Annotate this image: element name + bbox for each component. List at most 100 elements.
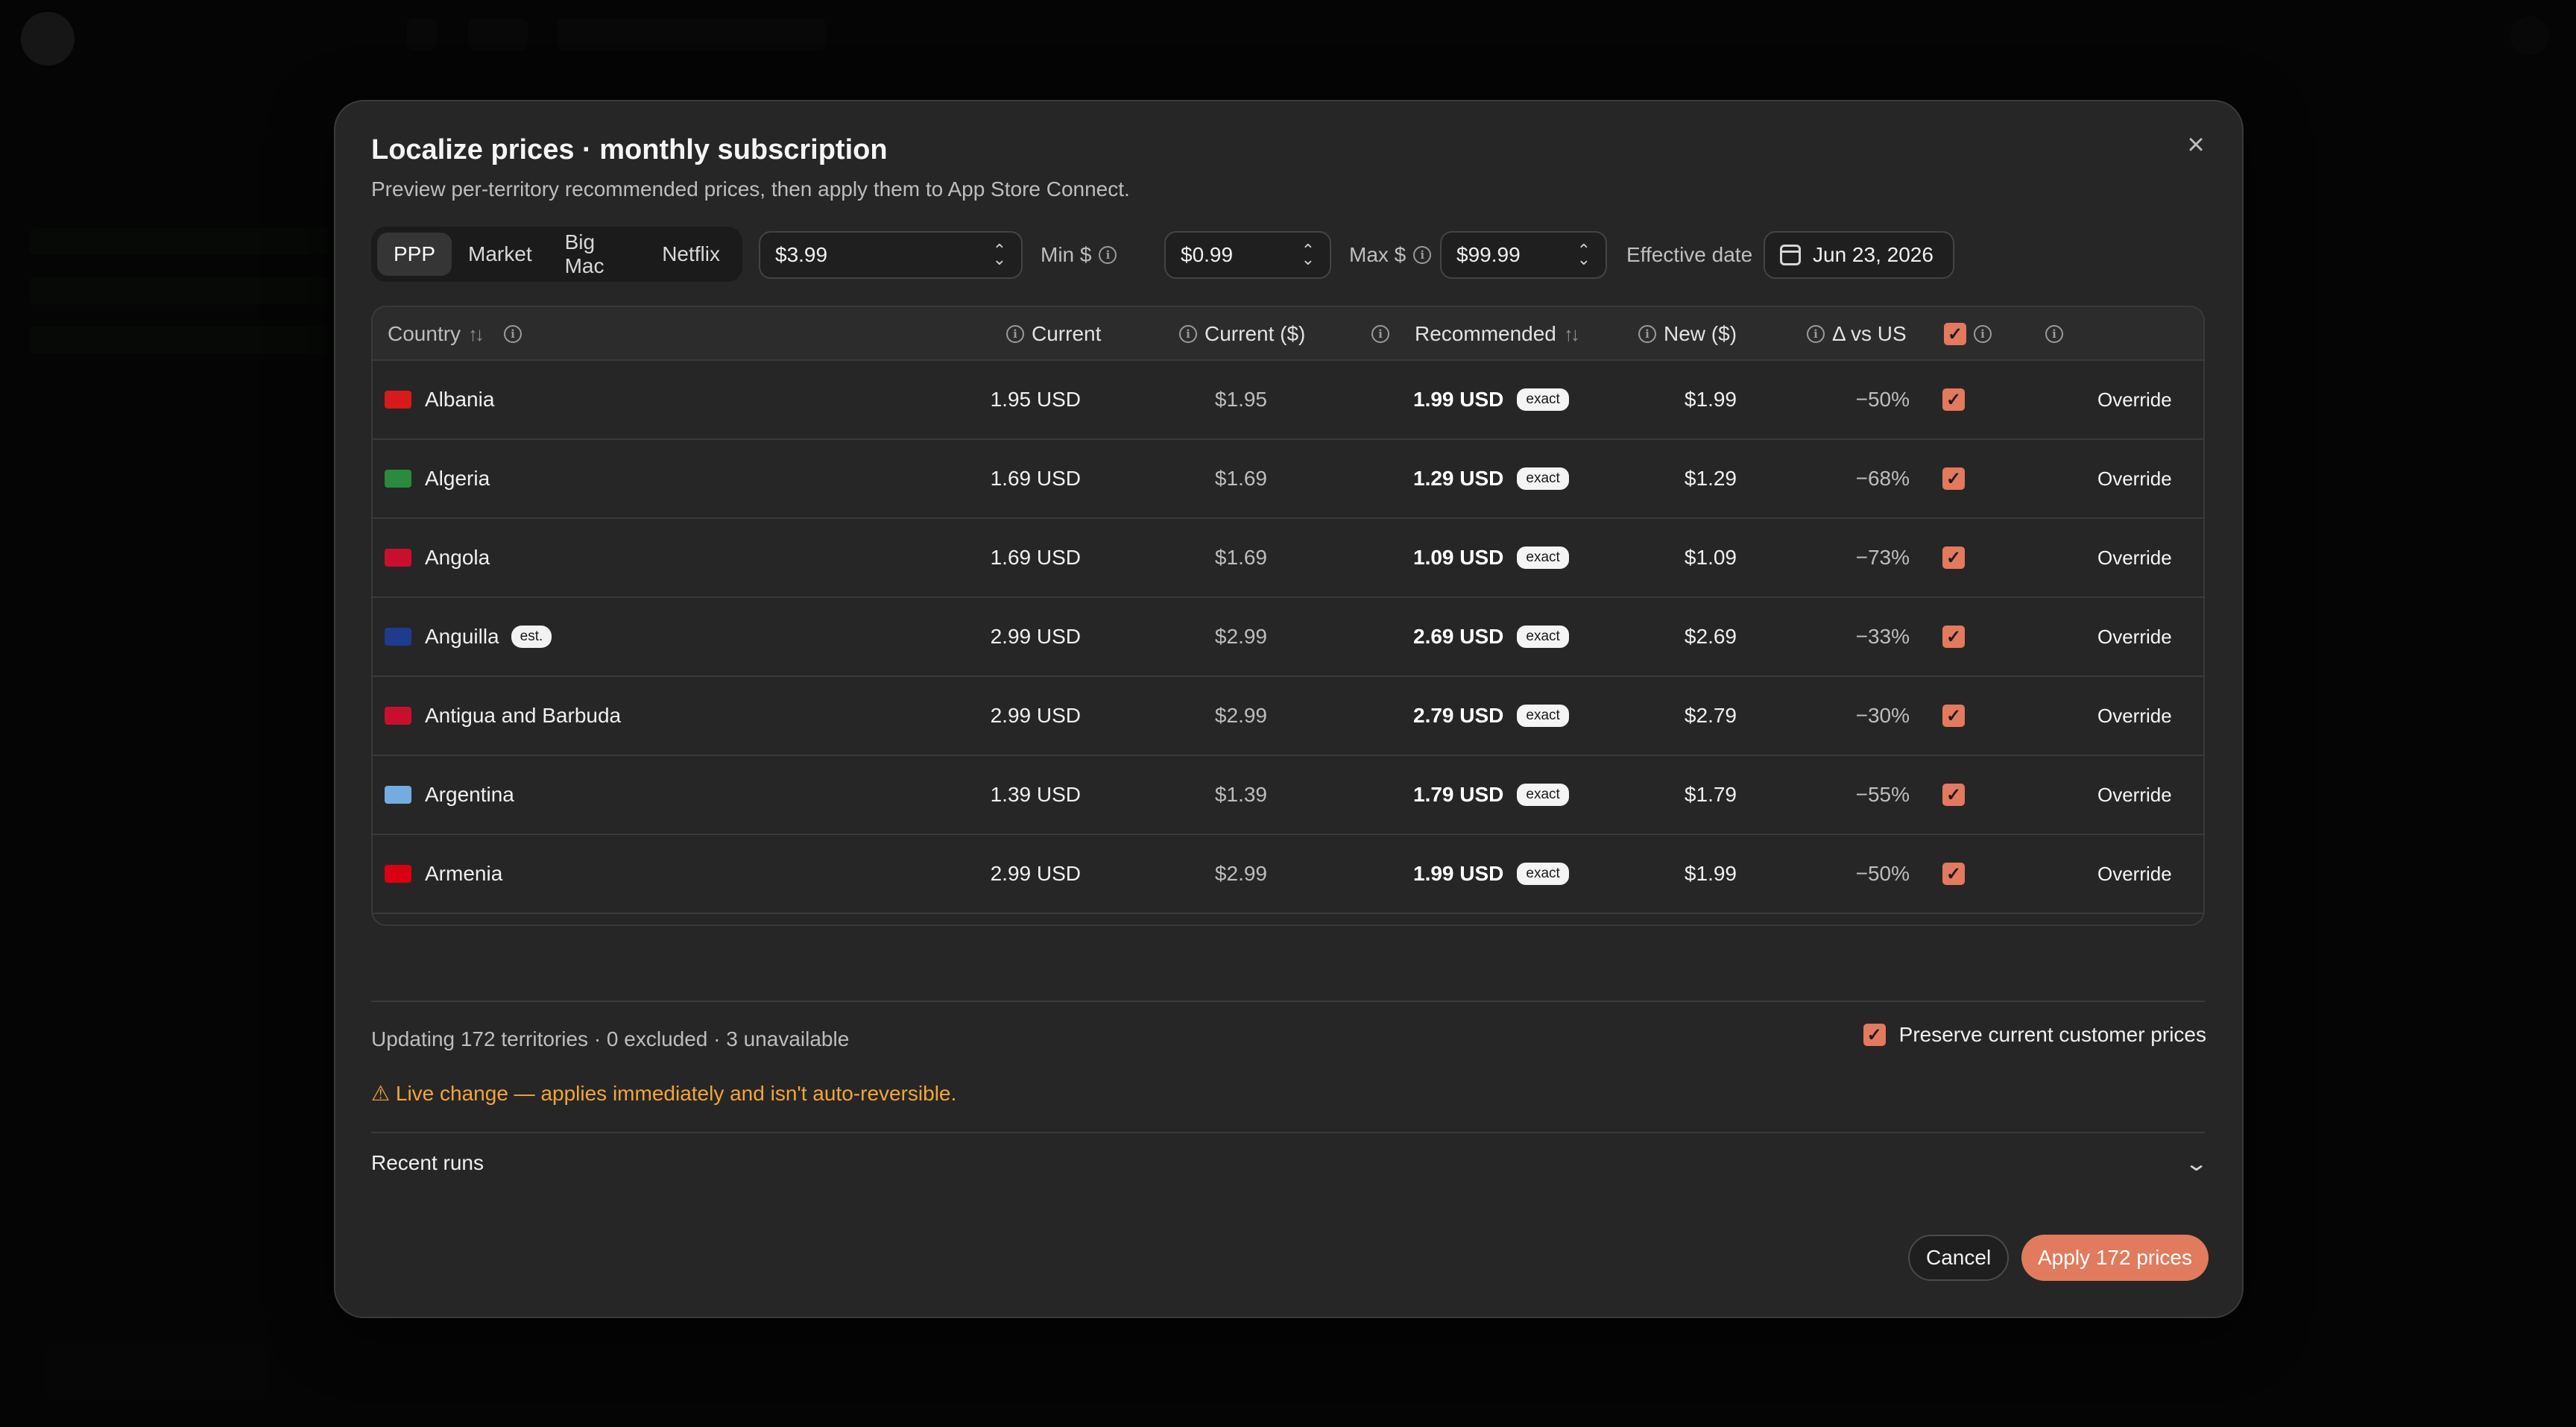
country-name: Algeria bbox=[425, 467, 490, 490]
cell-country: Antigua and Barbuda bbox=[385, 677, 621, 755]
cell-delta: +5% bbox=[1761, 914, 1910, 924]
cell-recommended: 1.09 USD exact bbox=[1413, 519, 1569, 596]
close-button[interactable]: × bbox=[2175, 124, 2217, 166]
cell-current: 2.99 USD bbox=[990, 704, 1081, 727]
dialog-title: Localize prices · monthly subscription bbox=[371, 134, 888, 166]
min-label: Min $ i bbox=[1041, 243, 1117, 267]
cell-new-usd: $1.09 bbox=[1684, 546, 1737, 569]
info-icon[interactable]: i bbox=[1179, 325, 1197, 343]
match-badge: exact bbox=[1517, 863, 1569, 885]
info-icon[interactable]: i bbox=[1974, 325, 1992, 343]
recent-runs-toggle[interactable]: Recent runs ⌄ bbox=[371, 1135, 2209, 1191]
header-country[interactable]: Country ↑↓ bbox=[388, 307, 484, 361]
info-icon[interactable]: i bbox=[1371, 325, 1389, 343]
method-netflix[interactable]: Netflix bbox=[645, 233, 736, 276]
cell-delta: −33% bbox=[1855, 625, 1910, 648]
effective-date-picker[interactable]: Jun 23, 2026 bbox=[1764, 231, 1954, 279]
flag-icon bbox=[385, 549, 411, 567]
info-icon[interactable]: i bbox=[1099, 246, 1117, 264]
cell-new-usd: $1.29 bbox=[1684, 467, 1737, 490]
cell-new-usd: $2.69 bbox=[1684, 625, 1737, 648]
table-row: Antigua and Barbuda 2.99 USD $2.99 2.79 USD… bbox=[373, 677, 2203, 756]
cell-new-usd: $2.79 bbox=[1684, 704, 1737, 727]
flag-icon bbox=[385, 470, 411, 488]
cell-recommended: 1.29 USD exact bbox=[1413, 440, 1569, 517]
recommended-value: 2.79 USD bbox=[1413, 704, 1504, 727]
override-button[interactable]: Override bbox=[2097, 863, 2172, 886]
info-icon[interactable]: i bbox=[1807, 325, 1825, 343]
max-label-text: Max $ bbox=[1349, 243, 1407, 266]
cell-delta: −73% bbox=[1855, 546, 1910, 569]
cell-recommended: 1.79 USD exact bbox=[1413, 756, 1569, 834]
info-icon[interactable]: i bbox=[1413, 246, 1432, 264]
header-recommended[interactable]: Recommended ↑↓ bbox=[1415, 307, 1580, 361]
recommended-value: 2.69 USD bbox=[1413, 625, 1504, 648]
row-checkbox[interactable]: ✓ bbox=[1942, 705, 1965, 727]
cell-current-usd: $1.95 bbox=[1214, 388, 1267, 411]
override-button[interactable]: Override bbox=[2097, 546, 2172, 570]
sort-icon[interactable]: ↑↓ bbox=[468, 323, 484, 346]
cell-recommended: 5.99 AUDexact bbox=[1413, 914, 1569, 924]
info-icon[interactable]: i bbox=[1006, 325, 1024, 343]
override-button[interactable]: Override bbox=[2097, 388, 2172, 412]
pricing-controls: PPP Market Big Mac Netflix $3.99 ⌃ ⌄ Min … bbox=[371, 227, 2206, 282]
recommended-value: 1.99 USD bbox=[1413, 388, 1504, 411]
header-current-usd: i Current ($) bbox=[1179, 307, 1305, 361]
table-body: Albania 1.95 USD $1.95 1.99 USD exact $1.99 −5… bbox=[373, 361, 2203, 924]
row-checkbox[interactable]: ✓ bbox=[1942, 863, 1965, 885]
row-checkbox[interactable]: ✓ bbox=[1942, 626, 1965, 648]
stepper-icon: ⌃ ⌄ bbox=[992, 241, 1006, 268]
preserve-prices-checkbox[interactable]: ✓ bbox=[1863, 1024, 1886, 1046]
effective-date-value: Jun 23, 2026 bbox=[1813, 243, 1933, 266]
row-checkbox[interactable]: ✓ bbox=[1942, 388, 1965, 411]
row-checkbox[interactable]: ✓ bbox=[1942, 546, 1965, 569]
country-name: Albania bbox=[425, 388, 495, 411]
min-price-input[interactable]: $0.99 ⌃ ⌄ bbox=[1164, 231, 1331, 279]
method-big-mac[interactable]: Big Mac bbox=[549, 230, 646, 277]
cell-country: Albania bbox=[385, 361, 494, 438]
cell-current: 6.99 AUD bbox=[939, 914, 1081, 924]
override-button[interactable]: Override bbox=[2097, 705, 2172, 728]
header-current: i Current bbox=[1006, 307, 1101, 361]
cell-delta: −30% bbox=[1855, 704, 1910, 727]
flag-icon bbox=[385, 707, 411, 725]
apply-prices-button[interactable]: Apply 172 prices bbox=[2021, 1235, 2209, 1281]
row-checkbox[interactable]: ✓ bbox=[1942, 784, 1965, 806]
row-checkbox[interactable]: ✓ bbox=[1942, 467, 1965, 490]
select-all-checkbox[interactable]: ✓ bbox=[1944, 323, 1966, 345]
cell-new-usd: $4.20 bbox=[1595, 914, 1737, 924]
base-price-input[interactable]: $3.99 ⌃ ⌄ bbox=[759, 231, 1023, 279]
override-button[interactable]: Override bbox=[2097, 626, 2172, 649]
update-summary: Updating 172 territories · 0 excluded · … bbox=[371, 1027, 850, 1050]
sort-icon[interactable]: ↑↓ bbox=[1564, 323, 1580, 346]
max-label: Max $ i bbox=[1349, 243, 1432, 267]
cell-current: 1.69 USD bbox=[990, 546, 1081, 569]
info-icon[interactable]: i bbox=[2045, 325, 2063, 343]
method-market[interactable]: Market bbox=[452, 233, 549, 276]
header-recommended-label: Recommended bbox=[1415, 322, 1556, 345]
override-button[interactable]: Override bbox=[2097, 784, 2172, 807]
cancel-button[interactable]: Cancel bbox=[1908, 1235, 2010, 1281]
match-badge: exact bbox=[1517, 546, 1569, 569]
info-icon[interactable]: i bbox=[1638, 325, 1656, 343]
header-info: i bbox=[504, 307, 522, 361]
cell-country: Algeria bbox=[385, 440, 490, 517]
preserve-prices-label: Preserve current customer prices bbox=[1898, 1023, 2206, 1046]
recommended-value: 1.09 USD bbox=[1413, 546, 1504, 569]
cell-recommended: 1.99 USD exact bbox=[1413, 361, 1569, 438]
min-price-value: $0.99 bbox=[1181, 243, 1234, 266]
cell-delta: −55% bbox=[1855, 783, 1910, 806]
recent-runs-label: Recent runs bbox=[371, 1151, 484, 1174]
info-icon[interactable]: i bbox=[504, 325, 522, 343]
effective-date-label: Effective date bbox=[1626, 243, 1753, 266]
cell-current-usd: $2.99 bbox=[1214, 625, 1267, 648]
preserve-prices-toggle[interactable]: ✓ Preserve current customer prices bbox=[1863, 1023, 2206, 1047]
override-button[interactable]: Override bbox=[2097, 467, 2172, 491]
recommended-value: 1.29 USD bbox=[1413, 467, 1504, 490]
table-header: Country ↑↓ i i Current i Current ($) i R… bbox=[373, 307, 2203, 361]
max-price-input[interactable]: $99.99 ⌃ ⌄ bbox=[1440, 231, 1607, 279]
country-name: Armenia bbox=[425, 862, 503, 885]
live-change-warning: ⚠ Live change — applies immediately and … bbox=[371, 1082, 957, 1105]
method-ppp[interactable]: PPP bbox=[377, 233, 452, 276]
divider bbox=[371, 1132, 2205, 1133]
